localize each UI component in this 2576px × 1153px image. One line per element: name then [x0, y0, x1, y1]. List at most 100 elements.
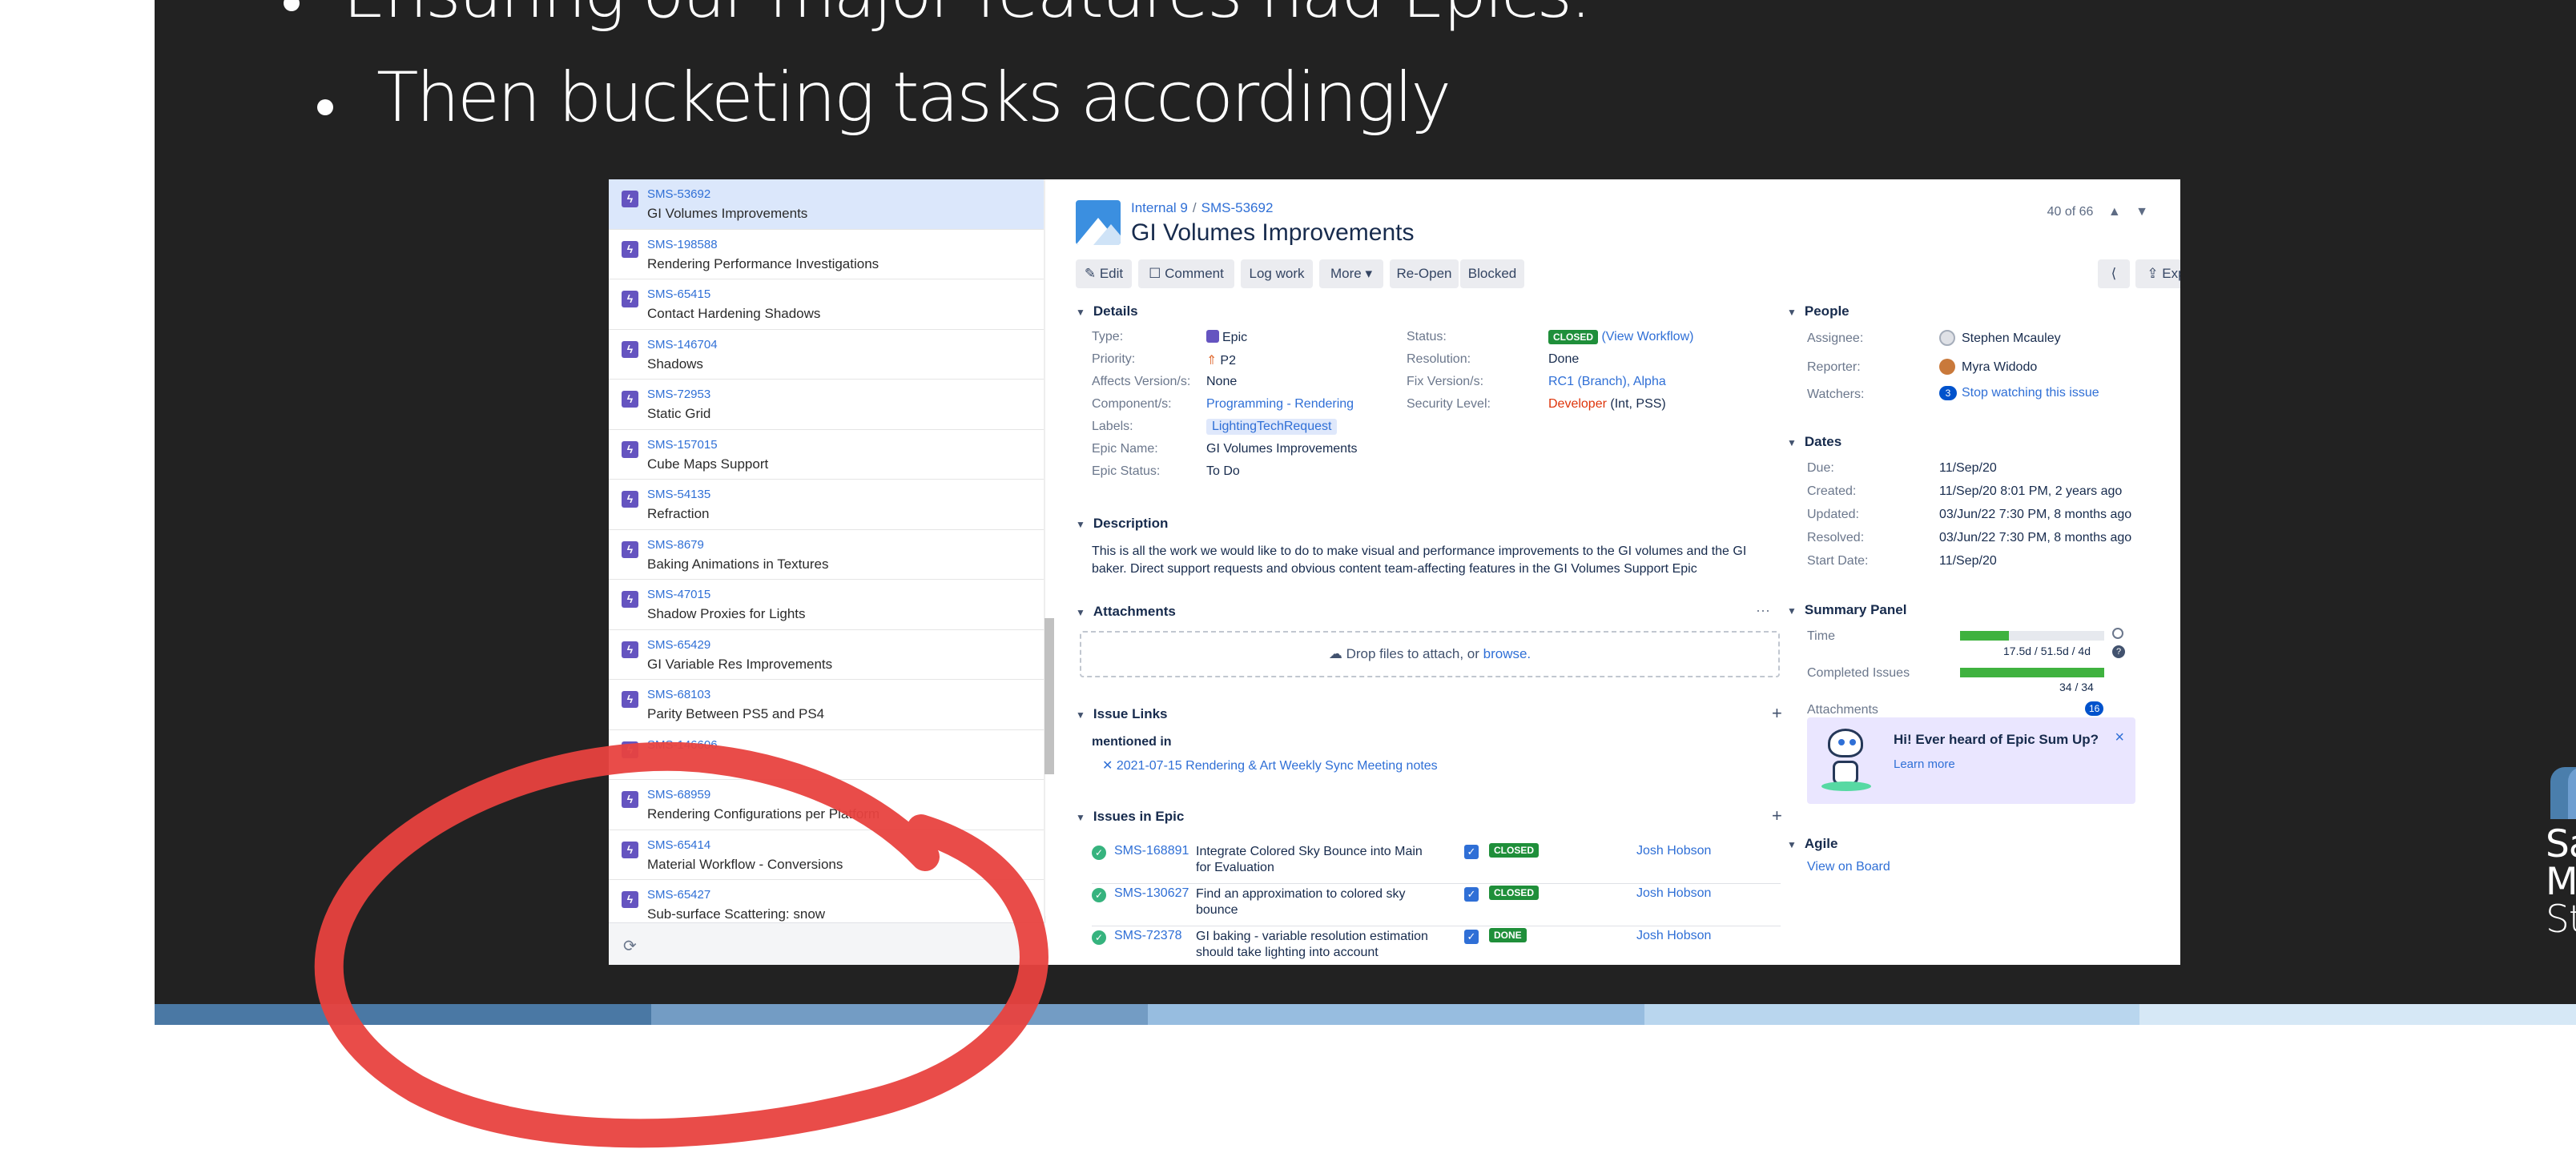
child-issue-assignee[interactable]: Josh Hobson	[1636, 929, 1711, 943]
completed-issues-label: Completed Issues	[1807, 666, 1910, 680]
log-work-button[interactable]: Log work	[1241, 259, 1313, 288]
task-checkbox-icon: ✓	[1464, 887, 1479, 902]
list-item-key[interactable]: SMS-72953	[647, 380, 1044, 401]
child-issue-key[interactable]: SMS-72378	[1114, 929, 1182, 943]
list-item[interactable]: ϟ SMS-198588 Rendering Performance Investi…	[609, 230, 1044, 279]
labels-value[interactable]: LightingTechRequest	[1206, 419, 1338, 435]
export-button[interactable]: ⇪ Export ▾	[2135, 259, 2180, 288]
list-item[interactable]: ϟ SMS-54135 Refraction	[609, 480, 1044, 530]
list-item-key[interactable]: SMS-68959	[647, 780, 1044, 801]
list-item-key[interactable]: SMS-198588	[647, 230, 1044, 251]
summary-panel-heading[interactable]: ▼ Summary Panel	[1787, 602, 1906, 618]
list-item-key[interactable]: SMS-146704	[647, 330, 1044, 352]
priority-icon: ⇑	[1206, 354, 1218, 368]
updated-label: Updated:	[1807, 508, 1859, 521]
list-item-key[interactable]: SMS-47015	[647, 580, 1044, 601]
dates-heading[interactable]: ▼ Dates	[1787, 434, 1841, 450]
add-child-issue-icon[interactable]: +	[1772, 805, 1782, 826]
affects-version-label: Affects Version/s:	[1092, 375, 1191, 388]
list-item-key[interactable]: SMS-65429	[647, 630, 1044, 652]
list-item-key[interactable]: SMS-53692	[647, 179, 1044, 201]
component-value[interactable]: Programming - Rendering	[1206, 397, 1354, 412]
type-value: Epic	[1206, 330, 1247, 345]
component-label: Component/s:	[1092, 397, 1172, 411]
more-button[interactable]: More ▾	[1319, 259, 1383, 288]
comment-button[interactable]: ☐ Comment	[1138, 259, 1234, 288]
list-item-key[interactable]: SMS-54135	[647, 480, 1044, 501]
add-link-icon[interactable]: +	[1772, 703, 1782, 724]
details-heading[interactable]: ▼ Details	[1076, 303, 1138, 319]
issue-links-heading[interactable]: ▼ Issue Links	[1076, 706, 1168, 722]
description-heading[interactable]: ▼ Description	[1076, 516, 1168, 532]
attachments-heading[interactable]: ▼ Attachments	[1076, 604, 1176, 620]
list-item[interactable]: ϟ SMS-53692 GI Volumes Improvements	[609, 179, 1044, 230]
blocked-button[interactable]: Blocked	[1460, 259, 1524, 288]
close-icon[interactable]: ×	[2115, 729, 2124, 747]
list-item[interactable]: ϟ SMS-146606	[609, 730, 1044, 780]
breadcrumb-issue-key[interactable]: SMS-53692	[1201, 200, 1274, 215]
list-item[interactable]: ϟ SMS-65415 Contact Hardening Shadows	[609, 279, 1044, 330]
learn-more-link[interactable]: Learn more	[1894, 757, 1955, 771]
list-item[interactable]: ϟ SMS-8679 Baking Animations in Textures	[609, 530, 1044, 580]
list-item-key[interactable]: SMS-68103	[647, 680, 1044, 701]
issue-pager: 40 of 66 ▲ ▼	[2036, 205, 2148, 219]
browse-link[interactable]: browse.	[1483, 646, 1532, 661]
list-item-key[interactable]: SMS-65427	[647, 880, 1044, 902]
refresh-icon[interactable]: ⟳	[623, 936, 637, 956]
list-item[interactable]: ϟ SMS-68959 Rendering Configurations per P…	[609, 780, 1044, 830]
list-item-key[interactable]: SMS-146606	[647, 730, 1044, 752]
view-on-board-link[interactable]: View on Board	[1807, 860, 1890, 874]
breadcrumb-project[interactable]: Internal 9	[1131, 200, 1188, 215]
list-item-key[interactable]: SMS-8679	[647, 530, 1044, 552]
attachments-more-icon[interactable]: ···	[1756, 602, 1770, 619]
help-icon[interactable]: ?	[2112, 645, 2125, 658]
fix-version-value[interactable]: RC1 (Branch), Alpha	[1548, 375, 1666, 389]
child-issue-assignee[interactable]: Josh Hobson	[1636, 886, 1711, 901]
child-issue-key[interactable]: SMS-168891	[1114, 844, 1189, 858]
list-item[interactable]: ϟ SMS-146704 Shadows	[609, 330, 1044, 380]
list-item[interactable]: ϟ SMS-157015 Cube Maps Support	[609, 430, 1044, 480]
time-info-icon[interactable]	[2112, 628, 2123, 639]
list-item-key[interactable]: SMS-65415	[647, 279, 1044, 301]
list-item[interactable]: ϟ SMS-65429 GI Variable Res Improvements	[609, 630, 1044, 680]
child-issue-key[interactable]: SMS-130627	[1114, 886, 1189, 901]
reporter-value[interactable]: Myra Widodo	[1939, 359, 2037, 375]
issue-title: GI Volumes Improvements	[1131, 219, 1415, 246]
resolved-value: 03/Jun/22 7:30 PM, 8 months ago	[1939, 531, 2132, 544]
table-row[interactable]: ✓ SMS-168891 Integrate Colored Sky Bounce …	[1092, 842, 1781, 884]
pager-up-icon[interactable]: ▲	[2108, 205, 2121, 219]
issues-in-epic-heading[interactable]: ▼ Issues in Epic	[1076, 809, 1184, 825]
list-item-key[interactable]: SMS-157015	[647, 430, 1044, 452]
linked-page[interactable]: ✕ 2021-07-15 Rendering & Art Weekly Sync…	[1102, 757, 1438, 773]
issue-list-scrollbar[interactable]	[1044, 179, 1045, 916]
reopen-button[interactable]: Re-Open	[1390, 259, 1459, 288]
table-row[interactable]: ✓ SMS-130627 Find an approximation to colo…	[1092, 885, 1781, 926]
fix-version-label: Fix Version/s:	[1407, 375, 1484, 388]
upload-cloud-icon: ☁	[1328, 646, 1342, 661]
table-row[interactable]: ✓ SMS-72378 GI baking - variable resolutio…	[1092, 927, 1781, 965]
attachments-dropzone[interactable]: ☁ Drop files to attach, or browse.	[1080, 631, 1780, 677]
pager-down-icon[interactable]: ▼	[2135, 205, 2148, 219]
issue-list-scroll-thumb[interactable]	[1044, 618, 1054, 774]
people-heading[interactable]: ▼ People	[1787, 303, 1849, 319]
slide-stripe-2	[651, 1004, 1148, 1025]
list-item[interactable]: ϟ SMS-65414 Material Workflow - Conversion…	[609, 830, 1044, 880]
assignee-value[interactable]: Stephen Mcauley	[1939, 330, 2061, 346]
watchers-value[interactable]: 3 Stop watching this issue	[1939, 386, 2099, 400]
child-issue-assignee[interactable]: Josh Hobson	[1636, 844, 1711, 858]
chevron-down-icon: ▼	[1076, 607, 1085, 618]
view-workflow-link[interactable]: (View Workflow)	[1601, 330, 1693, 343]
agile-heading[interactable]: ▼ Agile	[1787, 836, 1837, 852]
edit-button[interactable]: ✎ Edit	[1076, 259, 1132, 288]
epic-icon: ϟ	[622, 741, 638, 758]
chevron-down-icon: ▼	[1076, 812, 1085, 823]
share-button[interactable]: ⟨	[2098, 259, 2130, 288]
list-item[interactable]: ϟ SMS-68103 Parity Between PS5 and PS4	[609, 680, 1044, 730]
list-item[interactable]: ϟ SMS-72953 Static Grid	[609, 380, 1044, 430]
list-item[interactable]: ϟ SMS-47015 Shadow Proxies for Lights	[609, 580, 1044, 630]
status-badge: DONE	[1489, 928, 1527, 942]
list-item-summary: Parity Between PS5 and PS4	[647, 706, 825, 721]
list-item-key[interactable]: SMS-65414	[647, 830, 1044, 852]
watchers-label: Watchers:	[1807, 388, 1865, 401]
updated-value: 03/Jun/22 7:30 PM, 8 months ago	[1939, 508, 2132, 521]
